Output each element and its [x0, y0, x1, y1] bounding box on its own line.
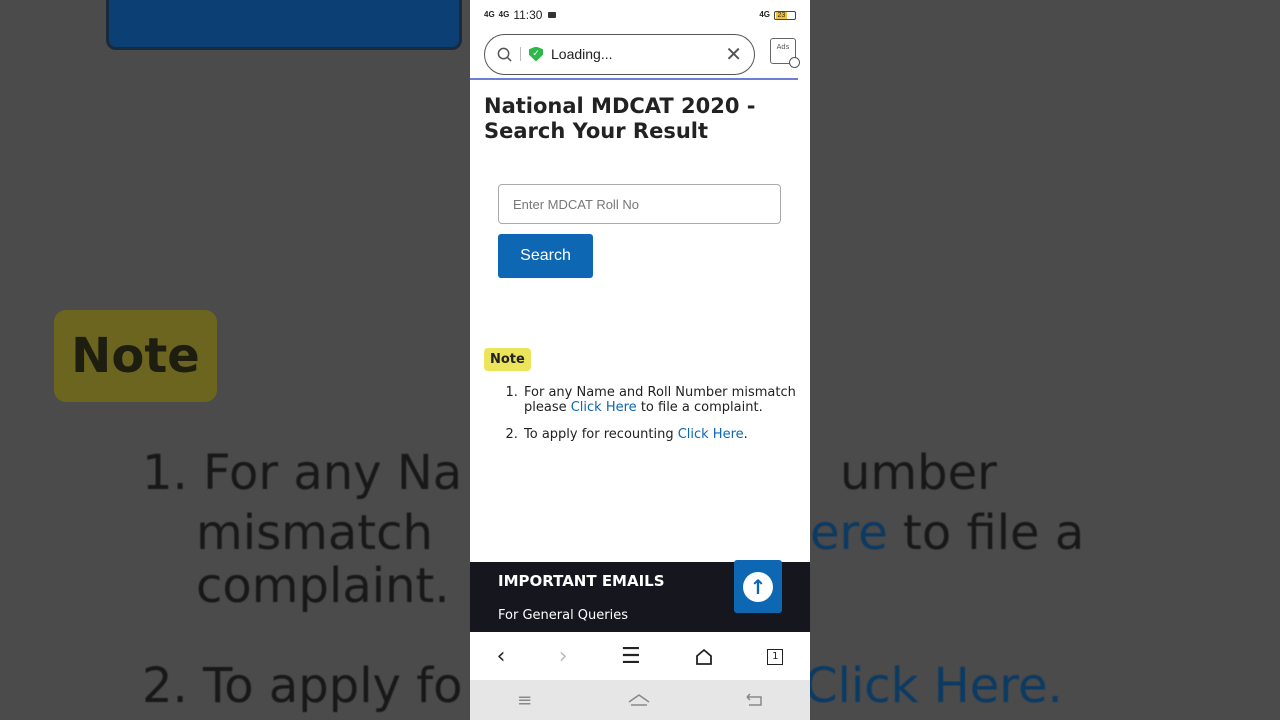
tabs-icon[interactable]: 1 [767, 648, 784, 665]
home-icon[interactable] [694, 647, 714, 667]
browser-nav-bar: ‹ › ☰ 1 [470, 633, 810, 680]
page-content: National MDCAT 2020 - Search Your Result… [470, 80, 810, 442]
list-item: To apply for recounting Click Here. [522, 427, 796, 442]
address-bar[interactable]: ✓ Loading... ✕ [484, 33, 755, 75]
home-gesture-icon[interactable] [627, 692, 651, 708]
back-icon[interactable]: ‹ [497, 644, 506, 669]
background-blue-block [106, 0, 462, 50]
background-text-line4: 2. To apply fo [142, 658, 463, 714]
secure-shield-icon: ✓ [529, 46, 543, 62]
roll-number-input[interactable] [498, 184, 781, 224]
network-indicator-3: 4G [759, 10, 770, 19]
block-icon [789, 57, 800, 68]
background-text-line2-end: ere to file a [810, 505, 1085, 561]
browser-toolbar: ✓ Loading... ✕ Ads [470, 30, 810, 78]
back-gesture-icon[interactable] [745, 693, 763, 707]
forward-icon[interactable]: › [559, 644, 568, 669]
back-to-top-button[interactable]: ↑ [734, 560, 782, 613]
background-text-line1-end: umber [840, 445, 997, 501]
network-indicator-1: 4G [484, 10, 495, 19]
background-text-line1: 1. For any Na [142, 445, 463, 501]
notes-list: For any Name and Roll Number mismatch pl… [522, 385, 796, 442]
network-indicator-2: 4G [498, 10, 510, 19]
battery-icon: 23 [774, 10, 796, 20]
page-title: National MDCAT 2020 - Search Your Result [484, 94, 756, 143]
complaint-link[interactable]: Click Here [571, 400, 637, 415]
ad-block-icon[interactable]: Ads [770, 38, 800, 68]
note-badge: Note [484, 348, 531, 371]
menu-icon[interactable]: ☰ [621, 644, 641, 669]
url-text[interactable]: Loading... [551, 46, 717, 62]
list-item: For any Name and Roll Number mismatch pl… [522, 385, 796, 415]
recounting-link[interactable]: Click Here [678, 427, 744, 442]
search-button[interactable]: Search [498, 234, 593, 278]
status-bar: 4G 4G 11:30 4G 23 [470, 0, 810, 30]
status-time: 11:30 [513, 8, 543, 22]
background-text-line4-link: Click Here. [804, 658, 1063, 714]
background-text-line2: mismatch [196, 505, 433, 561]
recording-icon [548, 12, 557, 18]
system-nav-bar: ≡ [470, 680, 810, 720]
close-icon[interactable]: ✕ [725, 44, 742, 64]
arrow-up-icon: ↑ [743, 571, 773, 602]
search-icon [497, 47, 512, 62]
background-note-label: Note [54, 310, 217, 402]
background-text-line3: complaint. [196, 558, 450, 614]
phone-screen: 4G 4G 11:30 4G 23 ✓ Loading... ✕ Ads Nat… [470, 0, 810, 720]
divider [520, 47, 521, 61]
recents-icon[interactable]: ≡ [517, 690, 532, 711]
